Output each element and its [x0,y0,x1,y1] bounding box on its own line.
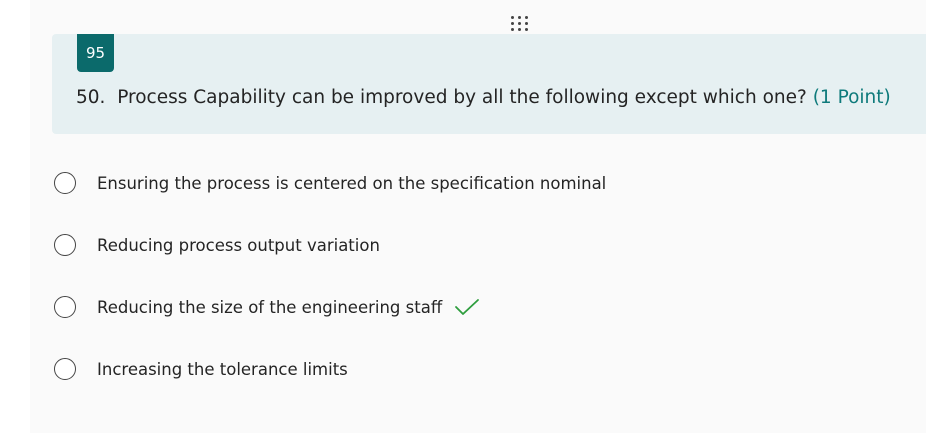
drag-handle-icon[interactable] [511,16,531,36]
option-label: Reducing the size of the engineering sta… [97,297,443,317]
question-text: Process Capability can be improved by al… [117,87,807,108]
question-points: (1 Point) [812,87,891,108]
option-2[interactable]: Reducing process output variation [54,232,380,258]
option-1[interactable]: Ensuring the process is centered on the … [54,170,606,196]
question-number: 50. [76,87,106,108]
option-4[interactable]: Increasing the tolerance limits [54,356,348,382]
option-3[interactable]: Reducing the size of the engineering sta… [54,294,480,320]
question-header [52,34,926,134]
radio-button[interactable] [54,234,76,256]
option-label: Ensuring the process is centered on the … [97,173,607,193]
radio-button[interactable] [54,296,76,318]
option-label: Increasing the tolerance limits [97,359,348,379]
radio-button[interactable] [54,358,76,380]
question-number-badge: 95 [77,34,114,72]
radio-button[interactable] [54,172,76,194]
option-label: Reducing process output variation [97,235,380,255]
checkmark-icon [455,299,480,315]
question-title: 50. Process Capability can be improved b… [76,86,891,110]
